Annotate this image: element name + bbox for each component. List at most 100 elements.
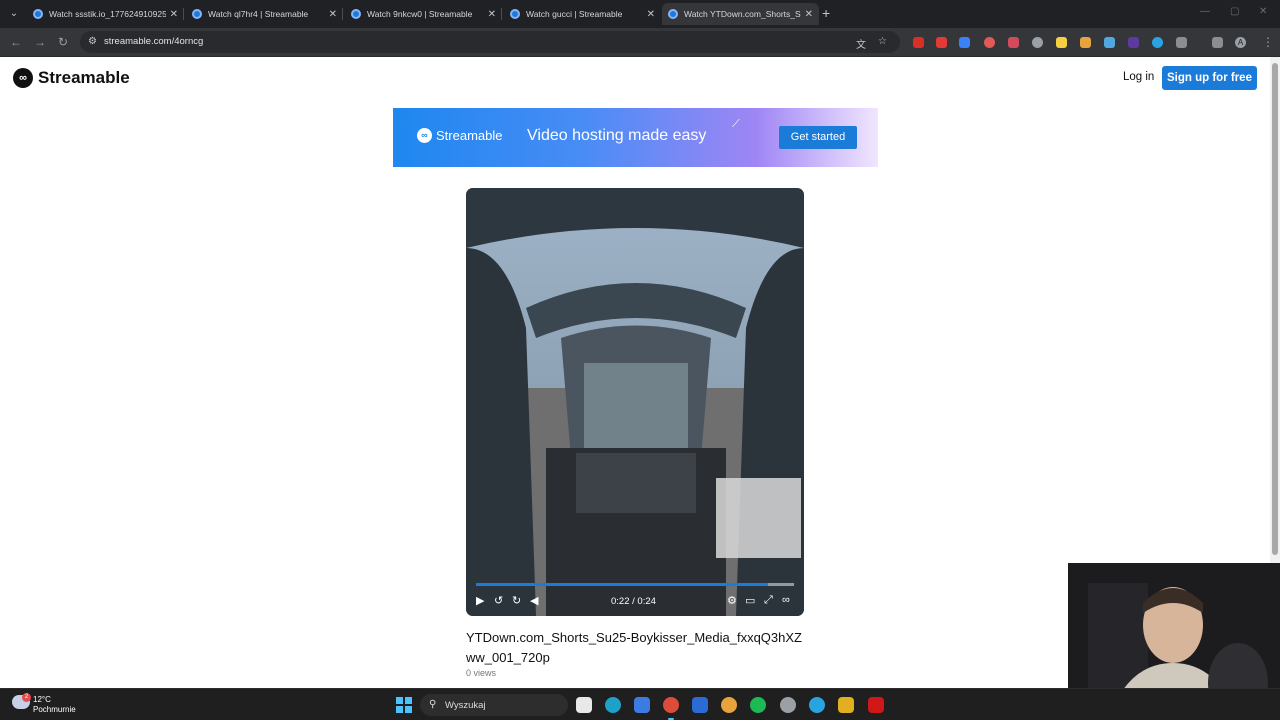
translate-icon[interactable]: 文 [856,36,866,51]
progress-bar[interactable] [476,583,794,586]
extension-icon[interactable] [1032,37,1043,48]
extension-icon[interactable] [1056,37,1067,48]
chrome-canary-icon[interactable] [721,697,737,713]
tab-divider [342,8,343,20]
streamable-logo-icon: ∞ [13,68,33,88]
weather-description[interactable]: Pochmurnie [33,705,76,714]
app-icon[interactable] [692,697,708,713]
streamable-favicon-icon [192,9,202,19]
tab-3[interactable]: Watch 9nkcw0 | Streamable ✕ [345,3,502,25]
view-count: 0 views [466,668,497,678]
banner-logo-text: Streamable [436,128,503,143]
extension-icon[interactable] [913,37,924,48]
tab-search-icon[interactable]: ⌄ [6,6,22,22]
url-text[interactable]: streamable.com/4orncg [104,36,203,47]
extension-icon[interactable] [1152,37,1163,48]
tab-1[interactable]: Watch ssstik.io_1776249109255 ✕ [27,3,184,25]
weather-temperature[interactable]: 12°C [33,695,51,704]
streamable-logo[interactable]: ∞ Streamable [13,68,130,88]
address-bar[interactable]: ⚙ streamable.com/4orncg 文 ☆ [80,31,900,53]
tab-title: Watch gucci | Streamable [526,9,623,19]
scrollbar-thumb[interactable] [1272,63,1278,555]
rockstar-icon[interactable] [838,697,854,713]
minimize-icon[interactable]: — [1200,6,1210,17]
banner-tagline: Video hosting made easy [527,127,707,144]
reading-list-icon[interactable] [1212,37,1223,48]
promo-banner[interactable]: ∞ Streamable Video hosting made easy ⟋ G… [393,108,878,167]
extension-icon[interactable] [1080,37,1091,48]
login-link[interactable]: Log in [1123,71,1154,83]
search-placeholder: Wyszukaj [445,700,486,711]
tab-strip: ⌄ Watch ssstik.io_1776249109255 ✕ Watch … [0,0,1280,28]
tab-divider [183,8,184,20]
back-icon[interactable]: ← [10,35,22,49]
extension-icon[interactable] [1128,37,1139,48]
profile-avatar[interactable]: A [1235,37,1246,48]
forward-icon[interactable]: → [34,35,46,49]
video-player[interactable]: ▶ ↺ ↻ ◀ 0:22 / 0:24 ⚙ ▭ ⤢ ∞ [466,188,804,616]
tab-close-icon[interactable]: ✕ [329,9,337,20]
menu-kebab-icon[interactable]: ⋮ [1262,35,1274,49]
forward-icon[interactable]: ↻ [512,594,521,607]
extension-icon[interactable] [936,37,947,48]
fullscreen-icon[interactable]: ⤢ [764,594,773,607]
mail-icon[interactable] [634,697,650,713]
video-title: YTDown.com_Shorts_Su25-Boykisser_Media_f… [466,630,802,665]
site-info-icon[interactable]: ⚙ [88,36,97,47]
progress-fill [476,583,768,586]
streamable-favicon-icon [668,9,678,19]
app-icon[interactable] [780,697,796,713]
browser-toolbar: ← → ↻ ⚙ streamable.com/4orncg 文 ☆ A ⋮ [0,28,1280,57]
picture-in-picture-icon[interactable]: ▭ [745,594,755,607]
volume-icon[interactable]: ◀ [530,594,538,607]
chrome-icon[interactable] [663,697,679,713]
extensions-puzzle-icon[interactable] [1176,37,1187,48]
tab-2[interactable]: Watch ql7hr4 | Streamable ✕ [186,3,343,25]
extension-icon[interactable] [984,37,995,48]
tab-4[interactable]: Watch gucci | Streamable ✕ [504,3,661,25]
tab-close-icon[interactable]: ✕ [488,9,496,20]
maximize-icon[interactable]: ▢ [1230,6,1239,17]
spotify-icon[interactable] [750,697,766,713]
streamable-logo-icon: ∞ [417,128,432,143]
video-frame [466,188,804,616]
app-icon[interactable] [868,697,884,713]
play-icon[interactable]: ▶ [476,594,484,607]
search-icon: ⚲ [429,699,437,710]
windows-start-icon[interactable] [396,697,412,713]
tab-title: Watch YTDown.com_Shorts_Su25 [684,9,801,19]
streamable-favicon-icon [351,9,361,19]
tab-close-icon[interactable]: ✕ [647,9,655,20]
close-window-icon[interactable]: ✕ [1259,6,1267,17]
windows-taskbar: 2 12°C Pochmurnie ⚲ Wyszukaj [0,688,1280,720]
taskbar-search[interactable]: ⚲ Wyszukaj [420,694,568,716]
tab-5-active[interactable]: Watch YTDown.com_Shorts_Su25 ✕ [662,3,819,25]
get-started-button[interactable]: Get started [779,126,857,149]
streamable-watermark-icon[interactable]: ∞ [782,594,790,606]
tab-title: Watch ql7hr4 | Streamable [208,9,309,19]
tab-divider [501,8,502,20]
rewind-icon[interactable]: ↺ [494,594,503,607]
notification-badge: 2 [22,693,31,702]
tab-title: Watch ssstik.io_1776249109255 [49,9,166,19]
banner-logo: ∞ Streamable [417,128,502,143]
sparkle-icon: ⟋ [732,118,740,130]
logo-text: Streamable [38,68,130,87]
extension-icon[interactable] [1104,37,1115,48]
extension-icon[interactable] [1008,37,1019,48]
signup-button[interactable]: Sign up for free [1162,66,1257,90]
streamable-favicon-icon [33,9,43,19]
reload-icon[interactable]: ↻ [58,35,68,49]
task-view-icon[interactable] [576,697,592,713]
bookmark-star-icon[interactable]: ☆ [878,36,887,47]
tab-title: Watch 9nkcw0 | Streamable [367,9,473,19]
app-icon[interactable] [809,697,825,713]
edge-icon[interactable] [605,697,621,713]
new-tab-button[interactable]: + [822,5,830,21]
tab-close-icon[interactable]: ✕ [805,9,813,20]
tab-close-icon[interactable]: ✕ [170,9,178,20]
settings-gear-icon[interactable]: ⚙ [727,594,737,607]
time-display: 0:22 / 0:24 [611,596,656,607]
streamable-favicon-icon [510,9,520,19]
extension-icon[interactable] [959,37,970,48]
